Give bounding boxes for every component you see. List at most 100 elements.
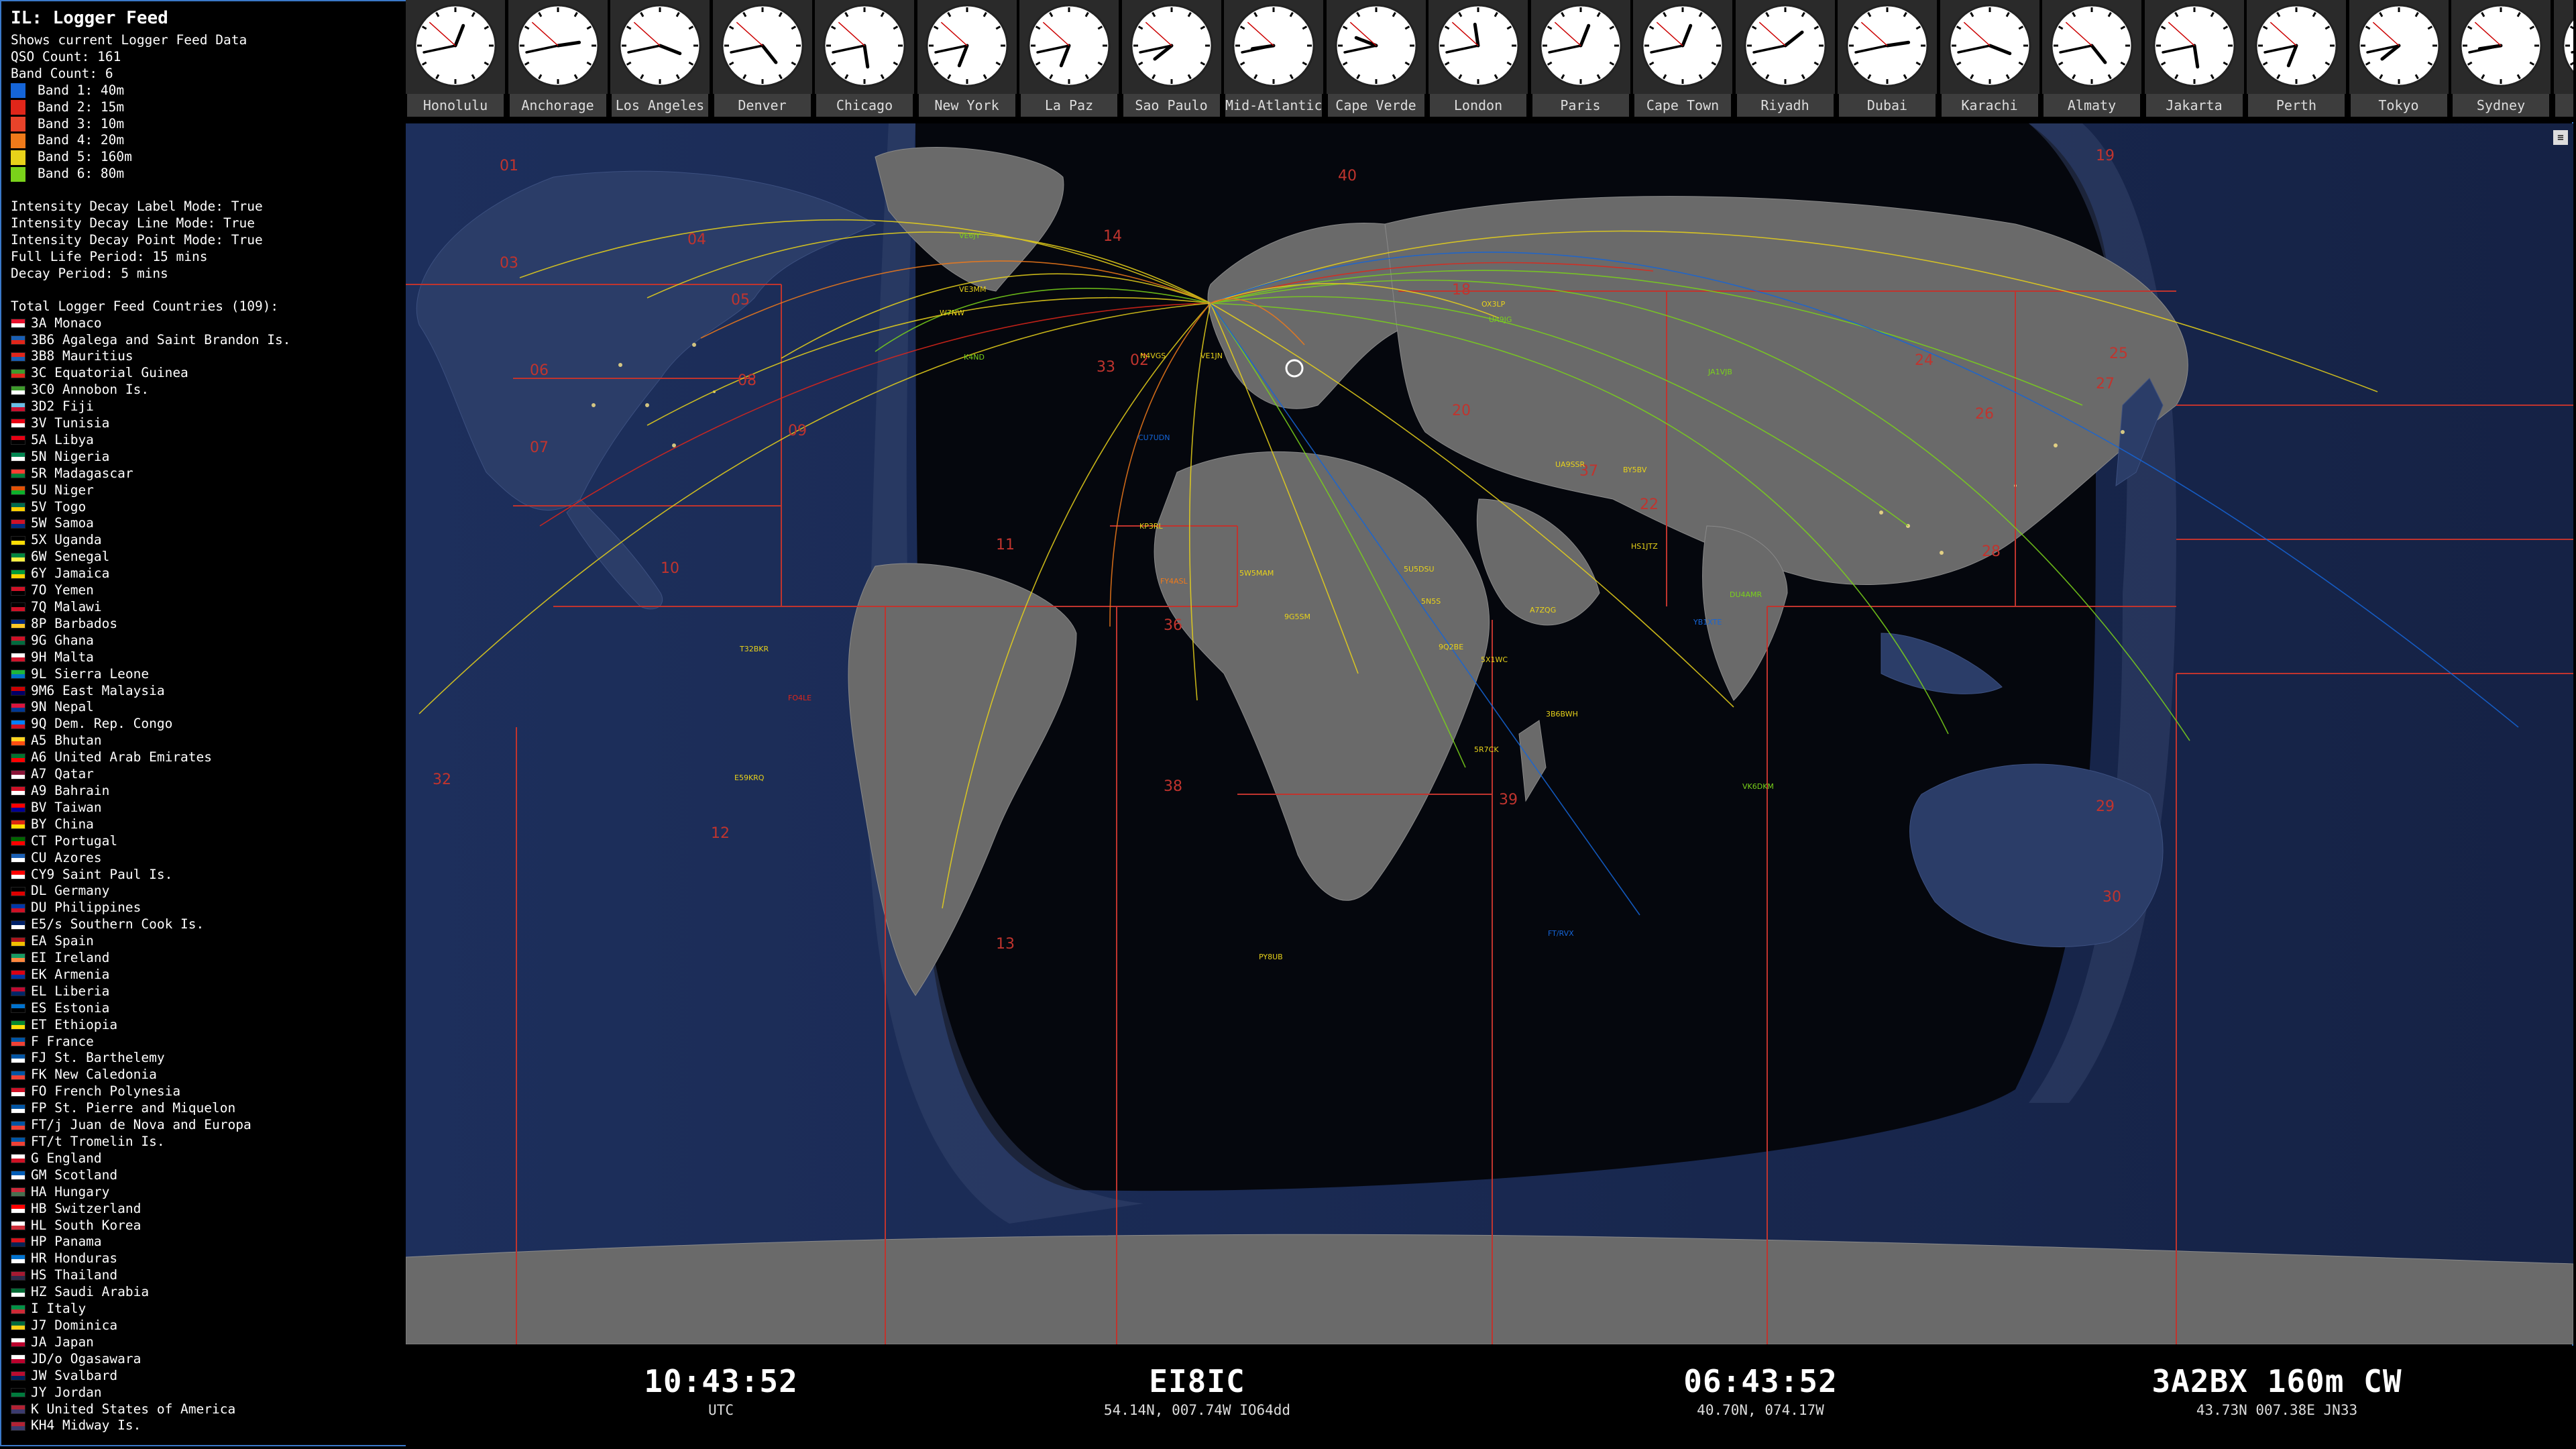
country-label: A9 Bahrain	[31, 782, 110, 798]
spot-callsign: YB1XTE	[1693, 618, 1722, 627]
last-qso-location: 43.73N 007.38E JN33	[2196, 1402, 2358, 1418]
country-label: 5U Niger	[31, 482, 94, 498]
spot-callsign: VK6DKM	[1742, 782, 1774, 791]
band-color-swatch	[11, 150, 25, 165]
country-item: FP St. Pierre and Miquelon	[11, 1100, 400, 1117]
clock-face-icon	[1335, 4, 1417, 87]
flag-icon	[11, 1037, 25, 1047]
clock-city-label: Almaty	[2043, 94, 2140, 117]
setting-line: Intensity Decay Point Mode: True	[11, 231, 263, 248]
clock-face-icon	[1744, 4, 1826, 87]
clock-city-label: Sao Paulo	[1123, 94, 1220, 117]
band-label: Band 6: 80m	[38, 166, 125, 182]
cq-zone-label: 12	[711, 825, 730, 842]
country-item: K United States of America	[11, 1401, 400, 1418]
flag-icon	[11, 903, 25, 913]
cq-zone-label: 09	[788, 423, 807, 439]
flag-icon	[11, 1187, 25, 1197]
country-item: 5V Togo	[11, 499, 400, 516]
flag-icon	[11, 352, 25, 362]
spot-callsign: K4ND	[964, 353, 985, 362]
flag-icon	[11, 702, 25, 712]
utc-time: 10:43:52	[644, 1363, 798, 1399]
country-item: HR Honduras	[11, 1250, 400, 1267]
cq-zone-label: 36	[1164, 617, 1182, 634]
spot-callsign: 5W5MAM	[1239, 569, 1274, 578]
country-label: EI Ireland	[31, 950, 110, 966]
flag-icon	[11, 1287, 25, 1297]
last-qso-callsign: 3A2BX 160m CW	[2151, 1363, 2402, 1399]
clock-city-label: Cape Town	[1634, 94, 1731, 117]
spot-callsign: VE1JN	[1200, 352, 1223, 360]
country-label: E5/s Southern Cook Is.	[31, 916, 205, 932]
flag-icon	[11, 1354, 25, 1364]
clock-face-icon	[2153, 4, 2235, 87]
spot-callsign: VE3MM	[959, 285, 987, 294]
clock-face-icon	[926, 4, 1008, 87]
flag-icon	[11, 452, 25, 462]
world-clock: Denver	[712, 0, 812, 122]
country-item: 3D2 Fiji	[11, 398, 400, 415]
country-label: DL Germany	[31, 883, 110, 899]
countries-header: Total Logger Feed Countries (109):	[11, 298, 279, 314]
country-item: GM Scotland	[11, 1167, 400, 1184]
country-item: BV Taiwan	[11, 800, 400, 816]
cq-zone-label: 01	[500, 158, 518, 174]
flag-icon	[11, 419, 25, 429]
menu-icon[interactable]: ≡	[2553, 130, 2568, 145]
country-item: 6Y Jamaica	[11, 566, 400, 582]
flag-icon	[11, 502, 25, 513]
spot-callsign: 3B6BWH	[1546, 710, 1578, 718]
country-label: HR Honduras	[31, 1250, 118, 1267]
country-item: HZ Saudi Arabia	[11, 1284, 400, 1301]
country-item: EI Ireland	[11, 950, 400, 967]
country-item: A9 Bahrain	[11, 783, 400, 800]
country-label: K United States of America	[31, 1401, 236, 1417]
flag-icon	[11, 736, 25, 746]
clock-city-label: Denver	[714, 94, 811, 117]
country-label: I Italy	[31, 1301, 87, 1317]
country-label: 9H Malta	[31, 649, 94, 665]
flag-icon	[11, 987, 25, 997]
country-label: FO French Polynesia	[31, 1083, 181, 1099]
band-legend: Band 1: 40m Band 2: 15m Band 3: 10m Band 4:…	[4, 83, 400, 182]
cq-zone-label: 11	[996, 537, 1015, 553]
world-map[interactable]: 01 02 03 04 05 06 07 08 09 10 11 12 13 14 18 19 20 22 24 25…	[406, 123, 2573, 1344]
clock-city-label: London	[1430, 94, 1526, 117]
country-list: 3A Monaco 3B6 Agalega and Saint Brandon I…	[4, 315, 400, 1435]
spot-callsign: 5R7CK	[1474, 745, 1499, 754]
flag-icon	[11, 1137, 25, 1147]
cq-zone-label: 04	[687, 231, 706, 248]
world-clock: Anchorage	[508, 0, 608, 122]
spot-callsign: E59KRQ	[734, 773, 765, 782]
country-item: 3B8 Mauritius	[11, 348, 400, 365]
country-item: EL Liberia	[11, 983, 400, 1000]
world-clock: Almaty	[2042, 0, 2141, 122]
country-label: 9M6 East Malaysia	[31, 682, 165, 698]
cq-zone-label: 27	[2096, 376, 2115, 392]
spot-callsign: FT/RVX	[1548, 929, 1574, 938]
flag-icon	[11, 586, 25, 596]
flag-icon	[11, 719, 25, 729]
cq-zone-label: 28	[1982, 543, 2001, 560]
spot-callsign: 5U5DSU	[1404, 565, 1435, 574]
country-label: HA Hungary	[31, 1183, 110, 1199]
band-color-swatch	[11, 100, 25, 115]
last-qso: 3A2BX 160m CW 43.73N 007.38E JN33	[2089, 1363, 2465, 1418]
flag-icon	[11, 519, 25, 529]
world-clock: Chicago	[815, 0, 914, 122]
cq-zone-label: 08	[738, 372, 757, 389]
setting-line: Full Life Period: 15 mins	[11, 248, 208, 264]
flag-icon	[11, 368, 25, 378]
flag-icon	[11, 653, 25, 663]
country-label: 9N Nepal	[31, 699, 94, 715]
country-label: EK Armenia	[31, 966, 110, 982]
spot-callsign: A7ZQG	[1530, 606, 1557, 614]
spot-callsign: 5X1WC	[1481, 655, 1508, 664]
clock-city-label: Dubai	[1839, 94, 1936, 117]
country-item: 3B6 Agalega and Saint Brandon Is.	[11, 332, 400, 349]
country-label: A6 United Arab Emirates	[31, 749, 213, 765]
local-location: 40.70N, 074.17W	[1697, 1402, 1824, 1418]
country-label: 3V Tunisia	[31, 415, 110, 431]
flag-icon	[11, 936, 25, 947]
